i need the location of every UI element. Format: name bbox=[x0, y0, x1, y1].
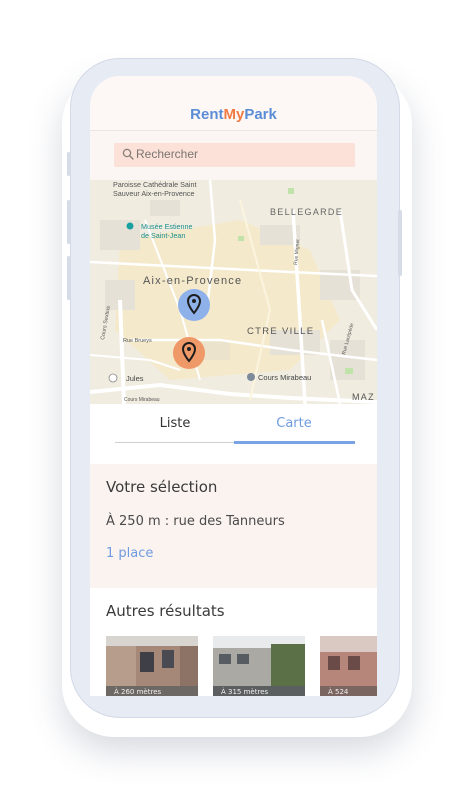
map-label-cours-mirabeau-small: Cours Mirabeau bbox=[124, 397, 160, 403]
volume-down-button bbox=[67, 256, 71, 300]
logo-part-park: Park bbox=[244, 106, 277, 123]
map-label-maz: MAZ bbox=[352, 392, 375, 402]
tab-underline bbox=[115, 442, 234, 443]
result-card[interactable]: À 524 bbox=[320, 636, 377, 696]
map-label-rue-brueys: Rue Brueys bbox=[123, 338, 152, 344]
selection-places-link[interactable]: 1 place bbox=[106, 546, 153, 561]
map-label-cathedral-1: Paroisse Cathédrale Saint bbox=[113, 180, 197, 189]
app-screen: RentMyPark Rechercher Paroisse Cathédral… bbox=[90, 76, 377, 696]
tab-active-indicator bbox=[234, 441, 355, 444]
map-canvas[interactable]: Paroisse Cathédrale Saint Sauveur Aix-en… bbox=[90, 180, 377, 404]
map-label-jules: Jules bbox=[126, 374, 144, 383]
volume-up-button bbox=[67, 200, 71, 244]
power-button bbox=[398, 210, 402, 276]
search-bar[interactable]: Rechercher bbox=[114, 143, 355, 167]
mute-switch bbox=[67, 152, 71, 176]
result-card[interactable]: À 260 mètres bbox=[106, 636, 198, 696]
search-icon bbox=[122, 148, 134, 160]
map-pin-blue[interactable] bbox=[178, 289, 210, 321]
selection-title: Votre sélection bbox=[106, 478, 218, 496]
map-label-museum-1: Musée Estienne bbox=[141, 222, 193, 231]
map-label-centre: CTRE VILLE bbox=[247, 326, 314, 337]
app-header: RentMyPark bbox=[90, 76, 377, 131]
app-logo: RentMyPark bbox=[90, 106, 377, 123]
result-card-distance: À 315 mètres bbox=[221, 688, 269, 696]
map-label-museum-2: de Saint-Jean bbox=[141, 231, 185, 240]
other-results-panel: Autres résultats À 260 mètres À 315 mètr… bbox=[90, 588, 377, 696]
map-label-city: Aix-en-Provence bbox=[143, 275, 242, 287]
view-tabs: Liste Carte bbox=[90, 404, 377, 464]
museum-marker-icon bbox=[126, 222, 134, 230]
restaurant-marker-icon bbox=[108, 373, 118, 383]
result-card-distance: À 260 mètres bbox=[114, 688, 162, 696]
result-card-distance: À 524 bbox=[328, 688, 349, 696]
search-placeholder[interactable]: Rechercher bbox=[136, 147, 198, 161]
parking-photo-3 bbox=[320, 636, 377, 696]
logo-part-rent: Rent bbox=[190, 106, 224, 123]
selection-address: À 250 m : rue des Tanneurs bbox=[106, 514, 285, 529]
result-card[interactable]: À 315 mètres bbox=[213, 636, 305, 696]
parking-photo-2 bbox=[213, 636, 305, 696]
selection-panel: Votre sélection À 250 m : rue des Tanneu… bbox=[90, 464, 377, 588]
map-pin-orange[interactable] bbox=[173, 337, 205, 369]
tab-carte[interactable]: Carte bbox=[234, 416, 354, 431]
map-label-bellegarde: BELLEGARDE bbox=[270, 207, 343, 217]
tab-liste[interactable]: Liste bbox=[115, 416, 235, 431]
map-label-cours-mirabeau: Cours Mirabeau bbox=[258, 373, 311, 382]
other-results-title: Autres résultats bbox=[106, 602, 225, 620]
map-view[interactable]: Paroisse Cathédrale Saint Sauveur Aix-en… bbox=[90, 180, 377, 404]
parking-photo-1 bbox=[106, 636, 198, 696]
stage: RentMyPark Rechercher Paroisse Cathédral… bbox=[0, 0, 467, 800]
map-label-cathedral-2: Sauveur Aix-en-Provence bbox=[113, 189, 195, 198]
logo-part-my: My bbox=[223, 106, 245, 123]
landmark-marker-icon bbox=[247, 373, 255, 381]
